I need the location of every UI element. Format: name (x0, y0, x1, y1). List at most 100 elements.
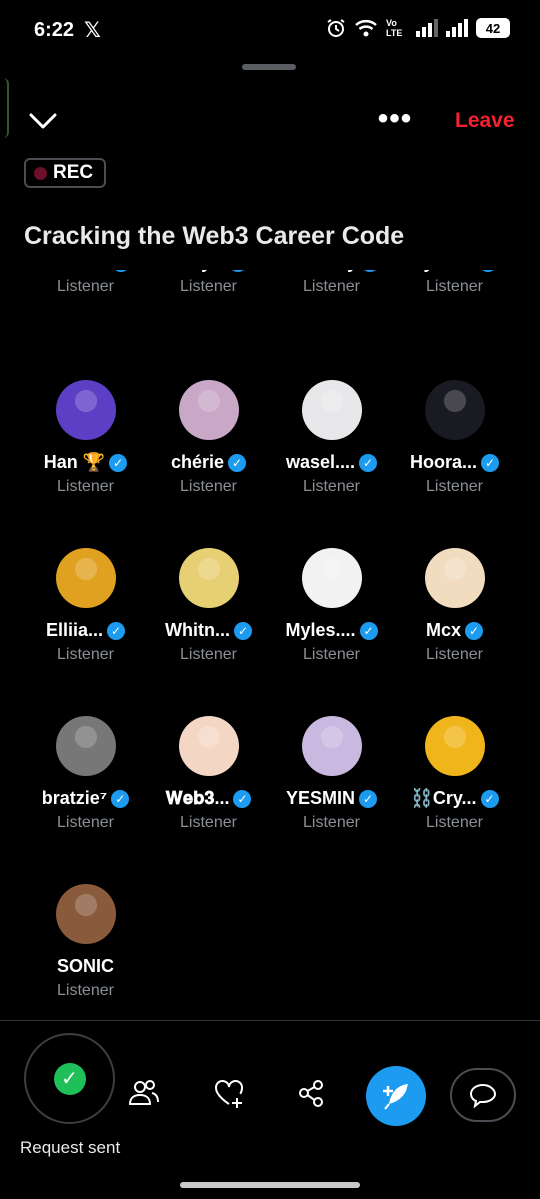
participant-name-row: YESMIN ✓ (270, 788, 393, 809)
participant-name: wasel.... (285, 452, 356, 472)
participant-name: Elliia... (45, 620, 104, 640)
compose-button[interactable] (366, 1066, 426, 1126)
alarm-icon (327, 19, 345, 37)
participant-name: SONIC (56, 956, 114, 976)
signal-icon-2 (446, 19, 468, 37)
verified-badge-icon: ✓ (480, 789, 499, 808)
heart-plus-icon (215, 1080, 243, 1108)
recording-label: REC (53, 162, 94, 183)
participants-grid: JUSTI...✓ListenerGary...✓Listener𝙓𝙄𝘼𝙊by✓… (24, 270, 516, 1015)
participant-name: bratzie⁷ (41, 788, 108, 808)
chat-bubble-icon (469, 1083, 497, 1108)
participant-card[interactable]: ⛓️Cry... ✓ Listener (393, 716, 516, 876)
verified-badge-icon: ✓ (359, 621, 378, 640)
avatar (56, 380, 116, 440)
verified-badge-icon: ✓ (465, 621, 483, 640)
participant-card[interactable]: Whitn... ✓ Listener (147, 548, 270, 708)
participant-card[interactable]: Hoora... ✓ Listener (393, 380, 516, 540)
participant-name: YESMIN (285, 788, 355, 808)
more-options-button[interactable]: ••• (376, 104, 414, 134)
avatar (425, 716, 485, 776)
participant-name-row: Gary...✓ (147, 270, 270, 273)
participant-role: Listener (426, 646, 483, 663)
participant-role: Listener (180, 278, 237, 295)
participants-button[interactable] (127, 1076, 161, 1110)
request-status-label: Request sent (20, 1138, 121, 1157)
verified-badge-icon: ✓ (107, 621, 126, 640)
participant-card[interactable]: wasel.... ✓ Listener (270, 380, 393, 540)
verified-badge-icon: ✓ (361, 270, 380, 272)
verified-badge-icon: ✓ (481, 453, 499, 472)
participant-name: Whitn... (165, 620, 230, 640)
verified-badge-icon: ✓ (233, 789, 252, 808)
participant-card[interactable]: JUSTI... ✓ Listener (24, 270, 147, 340)
participant-name: Han 🏆 (43, 452, 106, 472)
verified-badge-icon: ✓ (233, 621, 252, 640)
participant-card[interactable]: 𝐖𝐞𝐛𝟑... ✓ Listener (147, 716, 270, 876)
participant-role: Listener (57, 478, 114, 495)
status-time: 6:22 (34, 19, 75, 41)
participant-role: Listener (303, 278, 360, 295)
chevron-down-icon (29, 113, 57, 129)
wifi-icon (355, 20, 377, 37)
sheet-drag-handle[interactable] (242, 64, 296, 70)
participant-role: Listener (180, 646, 237, 663)
participant-role: Listener (57, 278, 114, 295)
participant-role: Listener (303, 478, 360, 495)
participant-card[interactable]: SONIC Listener (24, 884, 147, 1015)
request-to-speak-button[interactable]: ✓ (24, 1033, 115, 1124)
avatar (179, 548, 239, 608)
participant-role: Listener (180, 478, 237, 495)
participant-name-row: 𝐖𝐞𝐛𝟑... ✓ (147, 788, 270, 809)
participant-name-row: bratzie⁷ ✓ (24, 788, 147, 809)
participant-name-row: ⛓️Cry... ✓ (393, 788, 516, 809)
bottom-divider (0, 1020, 540, 1021)
participant-role: Listener (57, 982, 114, 999)
participant-name: Gary... (170, 270, 225, 273)
participant-card[interactable]: YESMIN ✓ Listener (270, 716, 393, 876)
avatar (302, 716, 362, 776)
collapse-button[interactable] (28, 108, 58, 134)
participant-card[interactable]: Myles.... ✓ Listener (270, 548, 393, 708)
edge-panel-handle[interactable] (0, 78, 9, 138)
participant-card[interactable]: chérie ✓ Listener (147, 380, 270, 540)
participant-role: Listener (426, 814, 483, 831)
participant-card[interactable]: 𝙓𝙄𝘼𝙊by ✓ Listener (270, 270, 393, 340)
avatar (425, 548, 485, 608)
participant-name-row: SONIC (24, 956, 147, 977)
participant-name: 𝐖𝐞𝐛𝟑... (165, 788, 230, 808)
participant-card[interactable]: Elliia... ✓ Listener (24, 548, 147, 708)
participant-role: Listener (426, 278, 483, 295)
participant-name-row: Myles.... ✓ (270, 620, 393, 641)
participant-card[interactable]: bratzie⁷ ✓ Listener (24, 716, 147, 876)
share-icon (299, 1080, 323, 1107)
participant-card[interactable]: nyam... ✓ Listener (393, 270, 516, 340)
participant-name-row: Elliia... ✓ (24, 620, 147, 641)
check-icon: ✓ (53, 1062, 86, 1095)
participant-name-row: Hoora... ✓ (393, 452, 516, 473)
verified-badge-icon: ✓ (109, 453, 128, 472)
leave-button[interactable]: Leave (455, 109, 515, 133)
home-indicator (180, 1182, 360, 1188)
participant-card[interactable]: Han 🏆 ✓ Listener (24, 380, 147, 540)
share-button[interactable] (294, 1076, 328, 1110)
comments-button[interactable] (450, 1068, 516, 1122)
participant-name: 𝙓𝙄𝘼𝙊by (284, 270, 357, 273)
avatar (179, 716, 239, 776)
verified-badge-icon: ✓ (359, 453, 378, 472)
signal-icon (416, 19, 438, 37)
verified-badge-icon: ✓ (359, 789, 377, 808)
verified-badge-icon: ✓ (111, 270, 130, 272)
network-label: Vo LTE (386, 18, 403, 38)
avatar (302, 548, 362, 608)
participant-role: Listener (57, 814, 114, 831)
avatar (425, 380, 485, 440)
verified-badge-icon: ✓ (228, 453, 247, 472)
participant-card[interactable]: Mcx ✓ Listener (393, 548, 516, 708)
participant-card[interactable]: Gary...✓ Listener (147, 270, 270, 340)
react-button[interactable] (212, 1076, 246, 1110)
participant-name: ⛓️Cry... (410, 788, 477, 808)
avatar (56, 548, 116, 608)
participant-role: Listener (57, 646, 114, 663)
participant-name: chérie (170, 452, 225, 472)
